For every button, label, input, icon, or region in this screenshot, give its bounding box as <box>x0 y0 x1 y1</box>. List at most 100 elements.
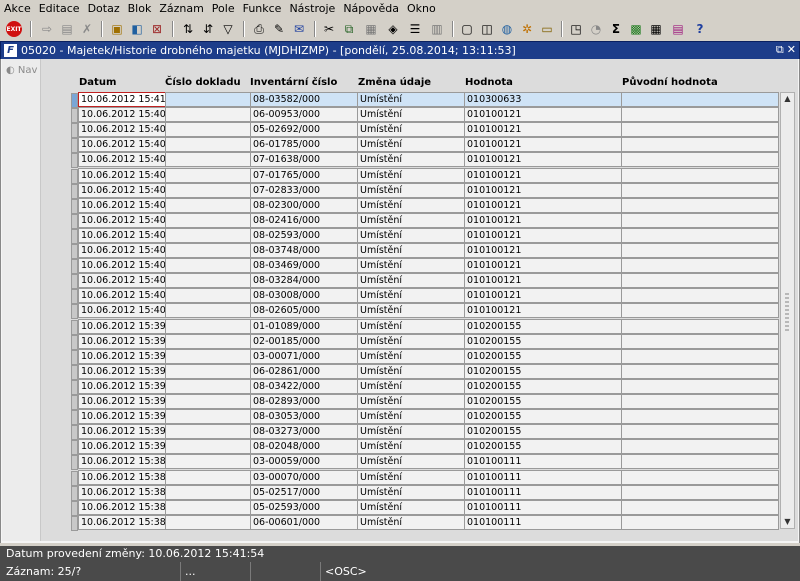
cell-inventarni-cislo[interactable]: 08-03469/000 <box>250 258 358 274</box>
cell-zmena-udaje[interactable]: Umístění <box>357 409 465 425</box>
cell-datum[interactable]: 10.06.2012 15:38:45 <box>78 484 166 500</box>
table-row[interactable]: 10.06.2012 15:39:59 08-03053/000Umístění0… <box>71 409 779 426</box>
cell-datum[interactable]: 10.06.2012 15:40:57 <box>78 197 166 213</box>
cell-cislo-dokladu[interactable] <box>165 409 251 425</box>
cell-hodnota[interactable]: 010300633 <box>464 92 622 107</box>
cell-puvodni-hodnota[interactable] <box>621 514 779 530</box>
cell-puvodni-hodnota[interactable] <box>621 122 779 138</box>
cell-puvodni-hodnota[interactable] <box>621 469 779 485</box>
menu-akce[interactable]: Akce <box>0 0 35 17</box>
cell-zmena-udaje[interactable]: Umístění <box>357 499 465 515</box>
star-icon[interactable]: ◍ <box>498 20 516 38</box>
menu-pole[interactable]: Pole <box>208 0 239 17</box>
cell-zmena-udaje[interactable]: Umístění <box>357 197 465 213</box>
cell-inventarni-cislo[interactable]: 05-02517/000 <box>250 484 358 500</box>
cell-inventarni-cislo[interactable]: 08-02416/000 <box>250 212 358 228</box>
cell-puvodni-hodnota[interactable] <box>621 333 779 349</box>
table-row[interactable]: 10.06.2012 15:40:57 08-03284/000Umístění0… <box>71 273 779 290</box>
cell-hodnota[interactable]: 010200155 <box>464 439 622 455</box>
cell-puvodni-hodnota[interactable] <box>621 107 779 123</box>
cell-hodnota[interactable]: 010100121 <box>464 182 622 198</box>
row-marker[interactable] <box>71 259 78 275</box>
cell-zmena-udaje[interactable]: Umístění <box>357 363 465 379</box>
cell-zmena-udaje[interactable]: Umístění <box>357 394 465 409</box>
cell-puvodni-hodnota[interactable] <box>621 243 779 258</box>
cell-datum[interactable]: 10.06.2012 15:39:59 <box>78 348 166 364</box>
cell-datum[interactable]: 10.06.2012 15:40:57 <box>78 212 166 228</box>
cell-puvodni-hodnota[interactable] <box>621 182 779 198</box>
cell-cislo-dokladu[interactable] <box>165 318 251 334</box>
cell-zmena-udaje[interactable]: Umístění <box>357 303 465 319</box>
cell-hodnota[interactable]: 010200155 <box>464 378 622 394</box>
cell-cislo-dokladu[interactable] <box>165 243 251 258</box>
cell-datum[interactable]: 10.06.2012 15:39:59 <box>78 394 166 409</box>
table-row[interactable]: 10.06.2012 15:40:57 07-01638/000Umístění0… <box>71 152 779 169</box>
cell-inventarni-cislo[interactable]: 03-00071/000 <box>250 348 358 364</box>
table-row[interactable]: 10.06.2012 15:40:57 08-03469/000Umístění0… <box>71 258 779 275</box>
cell-cislo-dokladu[interactable] <box>165 484 251 500</box>
cell-inventarni-cislo[interactable]: 06-01785/000 <box>250 137 358 153</box>
table-row[interactable]: 10.06.2012 15:40:57 06-00953/000Umístění0… <box>71 107 779 124</box>
clock-icon[interactable]: ◔ <box>587 20 605 38</box>
row-marker[interactable] <box>71 379 78 395</box>
cell-zmena-udaje[interactable]: Umístění <box>357 137 465 153</box>
cell-inventarni-cislo[interactable]: 08-03053/000 <box>250 409 358 425</box>
row-marker[interactable] <box>71 319 78 335</box>
cell-inventarni-cislo[interactable]: 07-01638/000 <box>250 152 358 168</box>
cell-cislo-dokladu[interactable] <box>165 182 251 198</box>
list-icon[interactable]: ☰ <box>406 20 424 38</box>
cell-inventarni-cislo[interactable]: 08-02300/000 <box>250 197 358 213</box>
table-row[interactable]: 10.06.2012 15:39:59 03-00071/000Umístění0… <box>71 348 779 365</box>
cell-puvodni-hodnota[interactable] <box>621 137 779 153</box>
cell-puvodni-hodnota[interactable] <box>621 288 779 304</box>
table-row[interactable]: 10.06.2012 15:38:45 06-00601/000Umístění0… <box>71 514 779 531</box>
cell-cislo-dokladu[interactable] <box>165 363 251 379</box>
cell-datum[interactable]: 10.06.2012 15:40:57 <box>78 288 166 304</box>
cell-zmena-udaje[interactable]: Umístění <box>357 348 465 364</box>
cell-datum[interactable]: 10.06.2012 15:40:57 <box>78 258 166 274</box>
cell-cislo-dokladu[interactable] <box>165 152 251 168</box>
cell-inventarni-cislo[interactable]: 01-01089/000 <box>250 318 358 334</box>
table-row[interactable]: 10.06.2012 15:40:57 08-02416/000Umístění0… <box>71 212 779 229</box>
cell-hodnota[interactable]: 010100111 <box>464 484 622 500</box>
cell-puvodni-hodnota[interactable] <box>621 394 779 409</box>
cell-datum[interactable]: 10.06.2012 15:40:57 <box>78 107 166 123</box>
row-marker[interactable] <box>71 123 78 139</box>
cancel-icon[interactable]: ▭ <box>538 20 556 38</box>
cell-hodnota[interactable]: 010100121 <box>464 152 622 168</box>
cell-hodnota[interactable]: 010100111 <box>464 514 622 530</box>
cell-inventarni-cislo[interactable]: 06-00601/000 <box>250 514 358 530</box>
cell-zmena-udaje[interactable]: Umístění <box>357 167 465 183</box>
cell-datum[interactable]: 10.06.2012 15:39:59 <box>78 424 166 440</box>
cell-puvodni-hodnota[interactable] <box>621 424 779 440</box>
table-row[interactable]: 10.06.2012 15:38:45 05-02593/000Umístění0… <box>71 499 779 516</box>
cell-zmena-udaje[interactable]: Umístění <box>357 439 465 455</box>
cell-zmena-udaje[interactable]: Umístění <box>357 424 465 440</box>
cell-puvodni-hodnota[interactable] <box>621 92 779 107</box>
cell-inventarni-cislo[interactable]: 08-03008/000 <box>250 288 358 304</box>
cell-zmena-udaje[interactable]: Umístění <box>357 469 465 485</box>
row-marker[interactable] <box>71 500 78 516</box>
cell-cislo-dokladu[interactable] <box>165 122 251 138</box>
cell-zmena-udaje[interactable]: Umístění <box>357 152 465 168</box>
delete-icon[interactable]: ⊠ <box>148 20 166 38</box>
cell-cislo-dokladu[interactable] <box>165 303 251 319</box>
cell-puvodni-hodnota[interactable] <box>621 378 779 394</box>
row-marker[interactable] <box>71 395 78 410</box>
cell-cislo-dokladu[interactable] <box>165 273 251 289</box>
cell-cislo-dokladu[interactable] <box>165 394 251 409</box>
cell-inventarni-cislo[interactable]: 08-02048/000 <box>250 439 358 455</box>
table-row[interactable]: 10.06.2012 15:39:59 02-00185/000Umístění0… <box>71 333 779 350</box>
properties-icon[interactable]: ◈ <box>384 20 402 38</box>
print-icon[interactable]: ▤ <box>58 20 76 38</box>
calendar-icon[interactable]: ◳ <box>567 20 585 38</box>
attach-icon[interactable]: ✎ <box>270 20 288 38</box>
cell-cislo-dokladu[interactable] <box>165 439 251 455</box>
cell-hodnota[interactable]: 010100121 <box>464 167 622 183</box>
cell-datum[interactable]: 10.06.2012 15:40:57 <box>78 227 166 243</box>
cell-hodnota[interactable]: 010100121 <box>464 273 622 289</box>
cell-datum[interactable]: 10.06.2012 15:40:57 <box>78 273 166 289</box>
cell-zmena-udaje[interactable]: Umístění <box>357 258 465 274</box>
table-row[interactable]: 10.06.2012 15:40:57 08-02593/000Umístění0… <box>71 227 779 244</box>
cell-datum[interactable]: 10.06.2012 15:39:59 <box>78 333 166 349</box>
